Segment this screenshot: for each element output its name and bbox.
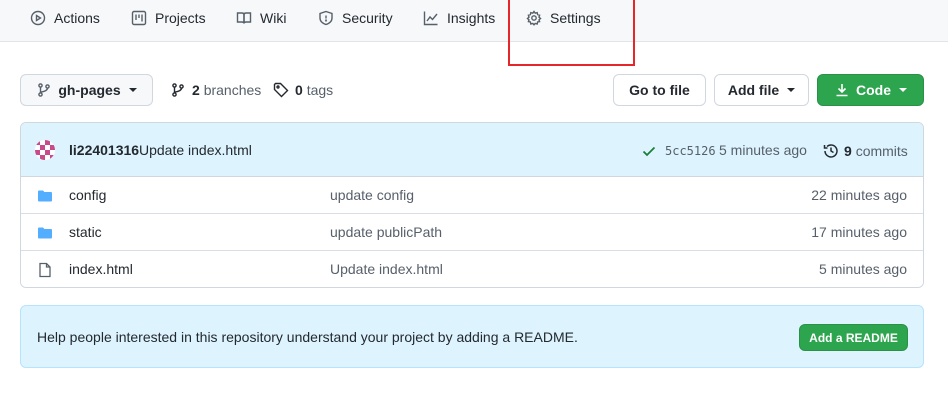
repo-nav: Actions Projects Wiki Security Insights …: [0, 0, 948, 42]
commit-message[interactable]: Update index.html: [139, 142, 252, 158]
book-icon: [236, 12, 252, 24]
chevron-down-icon: [128, 88, 137, 92]
tab-security-label: Security: [342, 10, 393, 26]
file-list: li22401316 Update index.html 5cc5126 5 m…: [20, 122, 924, 288]
table-row: index.html Update index.html 5 minutes a…: [21, 251, 923, 287]
avatar[interactable]: [35, 140, 55, 160]
graph-icon: [423, 11, 438, 26]
file-commit-time: 5 minutes ago: [819, 261, 907, 277]
branches-count: 2: [192, 82, 200, 98]
go-to-file-label: Go to file: [629, 82, 690, 98]
commits-history-link[interactable]: 9 commits: [822, 142, 908, 160]
tab-settings-label: Settings: [550, 10, 601, 26]
table-row: config update config 22 minutes ago: [21, 177, 923, 214]
tab-insights[interactable]: Insights: [423, 0, 495, 36]
history-icon: [823, 144, 838, 158]
table-row: static update publicPath 17 minutes ago: [21, 214, 923, 251]
file-commit-time: 17 minutes ago: [811, 224, 907, 240]
tags-count: 0: [295, 82, 303, 98]
branches-link[interactable]: 2 branches: [170, 80, 261, 100]
folder-icon: [38, 227, 52, 239]
folder-icon: [38, 190, 52, 202]
file-name[interactable]: index.html: [69, 261, 133, 277]
tab-security[interactable]: Security: [318, 0, 393, 36]
tab-actions-label: Actions: [54, 10, 100, 26]
commit-time: 5 minutes ago: [719, 142, 807, 158]
tab-insights-label: Insights: [447, 10, 496, 26]
tab-actions[interactable]: Actions: [30, 0, 100, 36]
readme-banner: Help people interested in this repositor…: [20, 305, 924, 368]
code-button[interactable]: Code: [817, 74, 924, 106]
add-file-button[interactable]: Add file: [714, 74, 809, 106]
gear-icon: [526, 10, 542, 26]
add-readme-button[interactable]: Add a README: [799, 324, 908, 351]
commits-label: commits: [855, 143, 908, 159]
tab-settings[interactable]: Settings: [526, 0, 601, 36]
code-label: Code: [856, 82, 891, 98]
file-commit-time: 22 minutes ago: [811, 187, 907, 203]
play-icon: [30, 10, 46, 26]
file-commit-message[interactable]: Update index.html: [330, 261, 443, 277]
branches-label: branches: [203, 82, 262, 98]
check-icon[interactable]: [641, 143, 657, 159]
tab-wiki-label: Wiki: [260, 10, 287, 26]
file-name[interactable]: static: [69, 224, 102, 240]
go-to-file-button[interactable]: Go to file: [613, 74, 706, 106]
tags-link[interactable]: 0 tags: [273, 80, 333, 100]
git-branch-icon: [172, 83, 184, 97]
add-file-label: Add file: [727, 82, 780, 98]
download-icon: [836, 84, 848, 97]
tab-projects-label: Projects: [155, 10, 206, 26]
latest-commit-bar: li22401316 Update index.html 5cc5126 5 m…: [21, 123, 923, 177]
file-icon: [39, 262, 51, 278]
readme-prompt-text: Help people interested in this repositor…: [37, 329, 578, 345]
project-icon: [131, 10, 147, 26]
commit-sha[interactable]: 5cc5126: [665, 144, 716, 158]
tab-wiki[interactable]: Wiki: [236, 0, 286, 36]
chevron-down-icon: [787, 88, 796, 92]
tags-label: tags: [306, 82, 334, 98]
shield-icon: [319, 10, 333, 26]
chevron-down-icon: [899, 88, 907, 92]
tab-projects[interactable]: Projects: [131, 0, 206, 36]
file-commit-message[interactable]: update config: [330, 187, 414, 203]
branch-name: gh-pages: [58, 82, 121, 98]
commit-author[interactable]: li22401316: [69, 142, 139, 158]
tag-icon: [273, 82, 289, 98]
file-name[interactable]: config: [69, 187, 106, 203]
commits-count: 9: [844, 143, 852, 159]
branch-select-button[interactable]: gh-pages: [20, 74, 153, 106]
git-branch-icon: [38, 83, 51, 97]
file-commit-message[interactable]: update publicPath: [330, 224, 442, 240]
